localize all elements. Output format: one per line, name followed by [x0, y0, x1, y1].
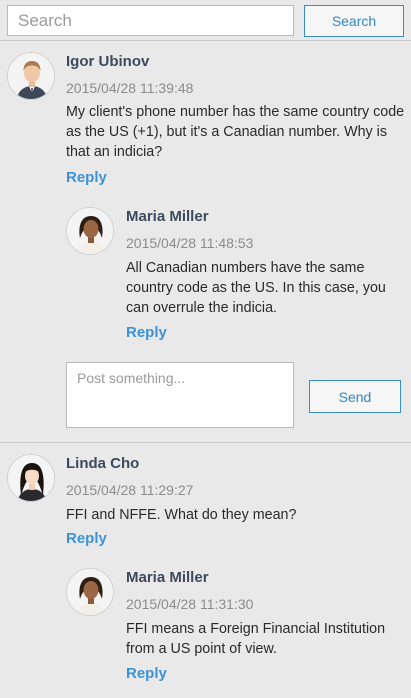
- comment-text: FFI and NFFE. What do they mean?: [66, 507, 297, 523]
- avatar-linda-cho: [7, 454, 55, 502]
- avatar-maria-miller: [66, 568, 114, 616]
- search-input[interactable]: [7, 5, 294, 36]
- reply-author[interactable]: Maria Miller: [126, 569, 209, 586]
- avatar-maria-miller: [66, 207, 114, 255]
- reply-link[interactable]: Reply: [66, 169, 107, 186]
- reply-timestamp: 2015/04/28 11:31:30: [126, 596, 254, 612]
- reply-timestamp: 2015/04/28 11:48:53: [126, 235, 254, 251]
- reply-text: FFI means a Foreign Financial Institutio…: [126, 621, 386, 657]
- user-avatar-icon: [8, 455, 54, 501]
- comment-author[interactable]: Linda Cho: [66, 455, 139, 472]
- reply-author[interactable]: Maria Miller: [126, 208, 209, 225]
- user-avatar-icon: [8, 53, 54, 99]
- search-button[interactable]: Search: [304, 5, 404, 37]
- reply-link[interactable]: Reply: [66, 530, 107, 547]
- post-input[interactable]: [66, 362, 294, 428]
- avatar-igor-ubinov: [7, 52, 55, 100]
- user-avatar-icon: [67, 208, 113, 254]
- user-avatar-icon: [67, 569, 113, 615]
- divider: [0, 40, 411, 41]
- comment-text: My client's phone number has the same co…: [66, 104, 405, 160]
- divider: [0, 442, 411, 443]
- reply-link[interactable]: Reply: [126, 324, 167, 341]
- search-bar: Search: [0, 0, 411, 40]
- send-button[interactable]: Send: [309, 380, 401, 413]
- comment-author[interactable]: Igor Ubinov: [66, 53, 149, 70]
- comment-timestamp: 2015/04/28 11:39:48: [66, 80, 194, 96]
- comment-timestamp: 2015/04/28 11:29:27: [66, 482, 194, 498]
- reply-text: All Canadian numbers have the same count…: [126, 260, 386, 316]
- reply-link[interactable]: Reply: [126, 665, 167, 682]
